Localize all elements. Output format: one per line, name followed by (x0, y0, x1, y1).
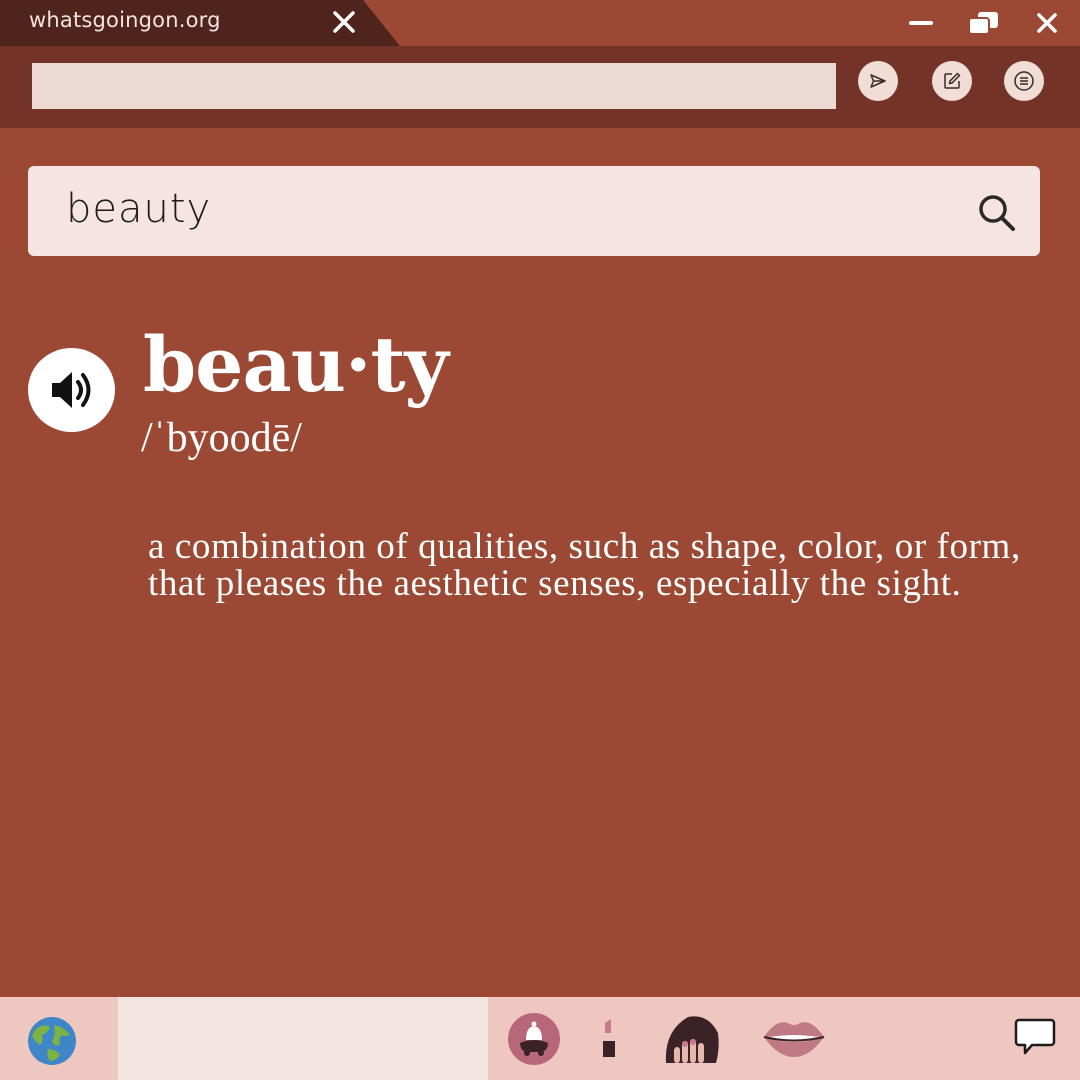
lipstick-icon[interactable] (600, 1017, 618, 1063)
tab-close-icon[interactable] (330, 8, 358, 36)
toolbar (0, 46, 1080, 128)
send-button[interactable] (858, 61, 898, 101)
pronunciation: /ˈbyoodē/ (141, 415, 302, 461)
restore-icon[interactable] (966, 8, 1000, 38)
address-input[interactable] (32, 63, 836, 109)
speaker-button[interactable] (28, 348, 115, 432)
lips-icon[interactable] (762, 1017, 826, 1059)
headword: beau·ty (143, 320, 449, 409)
send-icon (870, 74, 886, 88)
search-icon[interactable] (976, 192, 1018, 234)
title-bar: whatsgoingon.org (0, 0, 1080, 46)
speaker-icon (51, 372, 90, 408)
search-query[interactable]: beauty (66, 186, 211, 232)
edit-icon (944, 72, 961, 89)
edit-button[interactable] (932, 61, 972, 101)
search-box[interactable]: beauty (28, 166, 1040, 256)
dock-empty-area (118, 997, 488, 1080)
nail-polish-icon[interactable] (664, 1013, 720, 1063)
window-close-icon[interactable] (1030, 8, 1064, 38)
minimize-icon[interactable] (905, 8, 939, 38)
dock (0, 997, 1080, 1080)
chat-icon[interactable] (1014, 1017, 1056, 1057)
globe-icon[interactable] (26, 1015, 78, 1067)
tab-title: whatsgoingon.org (29, 8, 221, 32)
list-icon (1014, 71, 1034, 91)
definition: a combination of qualities, such as shap… (148, 526, 1021, 604)
list-button[interactable] (1004, 61, 1044, 101)
bell-icon[interactable] (507, 1012, 561, 1066)
